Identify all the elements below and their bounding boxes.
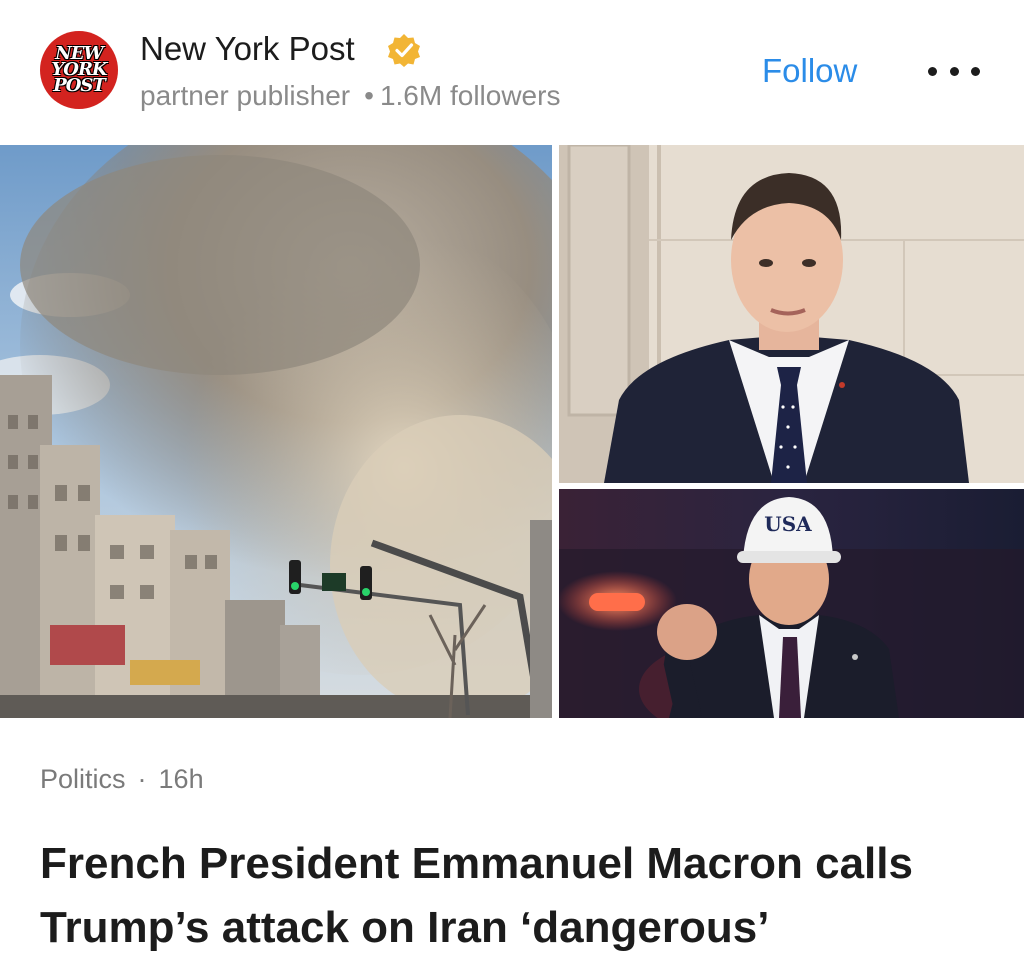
meta-separator: ·	[137, 764, 147, 794]
article-image-main[interactable]	[0, 145, 552, 718]
article-meta: Politics · 16h	[40, 764, 204, 795]
article-time: 16h	[158, 764, 204, 794]
cap-text: USA	[764, 512, 812, 536]
article-image-top-right[interactable]	[559, 145, 1024, 483]
fist-raised-image: USA	[559, 489, 1024, 718]
article-category[interactable]: Politics	[40, 764, 126, 794]
smoke-city-image	[0, 145, 552, 718]
subline-separator: •	[364, 80, 374, 111]
article-image-bottom-right[interactable]: USA	[559, 489, 1024, 718]
publisher-role: partner publisher	[140, 80, 351, 111]
verified-badge-icon	[388, 34, 420, 67]
publisher-name[interactable]: New York Post	[140, 30, 355, 68]
more-dot	[928, 66, 937, 76]
logo-word-3: POST	[53, 75, 106, 97]
more-dot	[971, 66, 980, 76]
article-headline[interactable]: French President Emmanuel Macron calls T…	[40, 832, 1000, 960]
follower-count: 1.6M followers	[379, 80, 561, 111]
follow-button[interactable]: Follow	[762, 52, 857, 90]
publisher-header: NEW YORK POST New York Post partner publ…	[0, 0, 1024, 140]
more-dot	[949, 66, 959, 76]
more-horizontal-icon[interactable]	[928, 60, 980, 82]
speaker-portrait-image	[559, 145, 1024, 483]
news-card: NEW YORK POST New York Post partner publ…	[0, 0, 1024, 979]
publisher-logo[interactable]: NEW YORK POST	[40, 31, 118, 109]
publisher-subline: partner publisher • 1.6M followers	[140, 80, 560, 112]
